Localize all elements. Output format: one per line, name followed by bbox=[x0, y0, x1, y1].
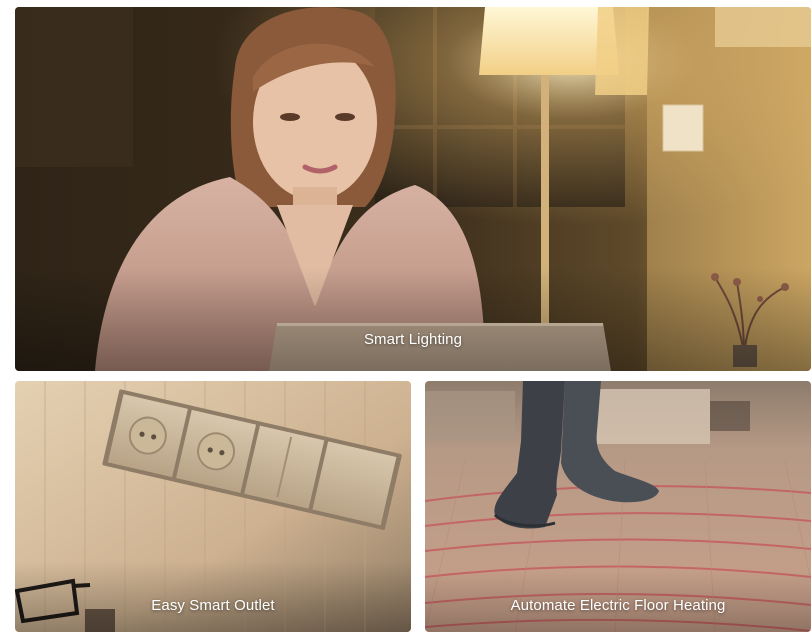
floor-heating-image bbox=[425, 381, 811, 632]
smart-lighting-tile[interactable]: Smart Lighting bbox=[15, 7, 811, 371]
easy-smart-outlet-tile[interactable]: Easy Smart Outlet bbox=[15, 381, 411, 632]
easy-smart-outlet-image bbox=[15, 381, 411, 632]
smart-lighting-image bbox=[15, 7, 811, 371]
smart-lighting-caption: Smart Lighting bbox=[363, 331, 463, 348]
floor-heating-caption: Automate Electric Floor Heating bbox=[510, 597, 726, 614]
easy-smart-outlet-caption: Easy Smart Outlet bbox=[151, 597, 275, 614]
floor-heating-tile[interactable]: Automate Electric Floor Heating bbox=[425, 381, 811, 632]
